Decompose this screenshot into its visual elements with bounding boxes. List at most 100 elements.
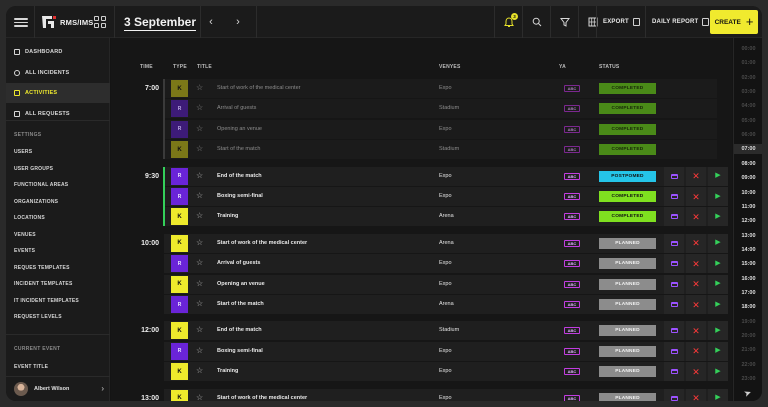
star-icon[interactable]: ☆ <box>196 258 203 268</box>
table-row[interactable]: K ☆ Start of work of the medical center Exp… <box>164 388 728 401</box>
star-icon[interactable]: ☆ <box>196 191 203 201</box>
rail-time-1400[interactable]: 14:00 <box>734 245 762 255</box>
star-icon[interactable]: ☆ <box>196 124 203 134</box>
device-button[interactable] <box>664 187 684 206</box>
start-button[interactable]: ▶ <box>708 321 728 341</box>
rail-time-1700[interactable]: 17:00 <box>734 288 762 298</box>
device-button[interactable] <box>664 166 684 186</box>
device-button[interactable] <box>664 233 684 253</box>
table-row[interactable]: K ☆ Start of work of the medical center Are… <box>164 233 728 253</box>
delete-button[interactable]: ✕ <box>686 207 706 227</box>
rail-time-0600[interactable]: 06:00 <box>734 130 762 140</box>
delete-button[interactable]: ✕ <box>686 388 706 401</box>
device-button[interactable] <box>664 388 684 401</box>
settings-link-venues[interactable]: VENUES <box>14 232 36 238</box>
next-day-button[interactable]: › <box>232 16 244 28</box>
sidebar-item-all-incidents[interactable]: ALL INCIDENTS <box>6 63 110 83</box>
delete-button[interactable]: ✕ <box>686 341 706 361</box>
apps-grid-icon[interactable] <box>94 16 106 28</box>
star-icon[interactable]: ☆ <box>196 211 203 221</box>
rail-time-2300[interactable]: 23:00 <box>734 374 762 384</box>
star-icon[interactable]: ☆ <box>196 83 203 93</box>
device-button[interactable] <box>664 274 684 294</box>
device-button[interactable] <box>664 341 684 361</box>
rail-time-0700[interactable]: 07:00 <box>734 144 762 155</box>
rail-time-1000[interactable]: 10:00 <box>734 188 762 198</box>
delete-button[interactable]: ✕ <box>686 166 706 186</box>
rail-time-1100[interactable]: 11:00 <box>734 202 762 212</box>
table-row[interactable]: R ☆ Arrival of guests Expo ABC PLANNED ✕ ▶ <box>164 254 728 274</box>
delete-button[interactable]: ✕ <box>686 321 706 341</box>
start-button[interactable]: ▶ <box>708 295 728 314</box>
delete-button[interactable]: ✕ <box>686 274 706 294</box>
prev-day-button[interactable]: ‹ <box>205 16 217 28</box>
sidebar-item-activities[interactable]: ACTIVITIES <box>6 83 110 103</box>
star-icon[interactable]: ☆ <box>196 171 203 181</box>
table-row[interactable]: K ☆ Start of work of the medical center Exp… <box>164 79 717 98</box>
rail-time-1200[interactable]: 12:00 <box>734 216 762 226</box>
start-button[interactable]: ▶ <box>708 254 728 274</box>
rail-time-0900[interactable]: 09:00 <box>734 173 762 183</box>
rail-time-0100[interactable]: 01:00 <box>734 58 762 68</box>
page-title-date[interactable]: 3 September <box>124 15 197 31</box>
table-row[interactable]: K ☆ Opening an venue Expo ABC PLANNED ✕ ▶ <box>164 274 728 294</box>
settings-link-request-levels[interactable]: REQUEST LEVELS <box>14 314 62 320</box>
export-button[interactable]: EXPORT <box>596 6 646 38</box>
settings-link-events[interactable]: EVENTS <box>14 248 35 254</box>
table-row[interactable]: R ☆ End of the match Expo ABC POSTPOMED ✕ ▶ <box>164 166 728 186</box>
start-button[interactable]: ▶ <box>708 388 728 401</box>
rail-time-0400[interactable]: 04:00 <box>734 101 762 111</box>
sidebar-item-dashboard[interactable]: DASHBOARD <box>6 42 110 62</box>
table-row[interactable]: R ☆ Start of the match Arena ABC PLANNED ✕ ▶ <box>164 295 728 314</box>
table-row[interactable]: R ☆ Arrival of guests Stadium ABC COMPLETED <box>164 99 717 119</box>
start-button[interactable]: ▶ <box>708 166 728 186</box>
device-button[interactable] <box>664 321 684 341</box>
star-icon[interactable]: ☆ <box>196 346 203 356</box>
start-button[interactable]: ▶ <box>708 362 728 382</box>
rail-time-1800[interactable]: 18:00 <box>734 302 762 312</box>
settings-link-reques-templates[interactable]: REQUES TEMPLATES <box>14 265 70 271</box>
search-button[interactable] <box>522 6 550 38</box>
cursor-icon[interactable]: ➤ <box>742 387 753 400</box>
rail-time-2000[interactable]: 20:00 <box>734 331 762 341</box>
star-icon[interactable]: ☆ <box>196 144 203 154</box>
rail-time-2200[interactable]: 22:00 <box>734 360 762 370</box>
notifications-button[interactable]: 3 <box>494 6 522 38</box>
delete-button[interactable]: ✕ <box>686 233 706 253</box>
start-button[interactable]: ▶ <box>708 274 728 294</box>
table-row[interactable]: K ☆ Start of the match Stadium ABC COMPLETED <box>164 140 717 160</box>
table-row[interactable]: R ☆ Opening an venue Expo ABC COMPLETED <box>164 119 717 139</box>
filter-button[interactable] <box>550 6 578 38</box>
user-profile[interactable]: Albert Wilson › <box>6 376 110 401</box>
delete-button[interactable]: ✕ <box>686 187 706 206</box>
rail-time-0000[interactable]: 00:00 <box>734 44 762 54</box>
rail-time-2100[interactable]: 21:00 <box>734 345 762 355</box>
settings-link-incident-templates[interactable]: INCIDENT TEMPLATES <box>14 281 73 287</box>
rail-time-1500[interactable]: 15:00 <box>734 259 762 269</box>
delete-button[interactable]: ✕ <box>686 295 706 314</box>
rail-time-0300[interactable]: 03:00 <box>734 87 762 97</box>
rail-time-0500[interactable]: 05:00 <box>734 116 762 126</box>
star-icon[interactable]: ☆ <box>196 299 203 309</box>
create-button[interactable]: CREATE + <box>710 10 758 34</box>
device-button[interactable] <box>664 254 684 274</box>
settings-link-it-incident-templates[interactable]: IT INCIDENT TEMPLATES <box>14 298 79 304</box>
device-button[interactable] <box>664 362 684 382</box>
start-button[interactable]: ▶ <box>708 341 728 361</box>
device-button[interactable] <box>664 207 684 227</box>
rail-time-0200[interactable]: 02:00 <box>734 73 762 83</box>
settings-link-locations[interactable]: LOCATIONS <box>14 215 45 221</box>
star-icon[interactable]: ☆ <box>196 279 203 289</box>
table-row[interactable]: K ☆ Training Arena ABC COMPLETED ✕ ▶ <box>164 207 728 227</box>
menu-icon[interactable] <box>14 16 28 28</box>
table-row[interactable]: R ☆ Boxing semi-final Expo ABC COMPLETED ✕ ▶ <box>164 187 728 206</box>
daily-report-button[interactable]: DAILY REPORT <box>645 6 715 38</box>
star-icon[interactable]: ☆ <box>196 103 203 113</box>
rail-time-1600[interactable]: 16:00 <box>734 274 762 284</box>
rail-time-1900[interactable]: 19:00 <box>734 317 762 327</box>
table-row[interactable]: R ☆ Boxing semi-final Expo ABC PLANNED ✕ ▶ <box>164 341 728 361</box>
delete-button[interactable]: ✕ <box>686 254 706 274</box>
settings-link-users[interactable]: USERS <box>14 149 32 155</box>
settings-link-user-groups[interactable]: USER GROUPS <box>14 166 53 172</box>
event-title-link[interactable]: EVENT TITLE <box>14 364 48 370</box>
